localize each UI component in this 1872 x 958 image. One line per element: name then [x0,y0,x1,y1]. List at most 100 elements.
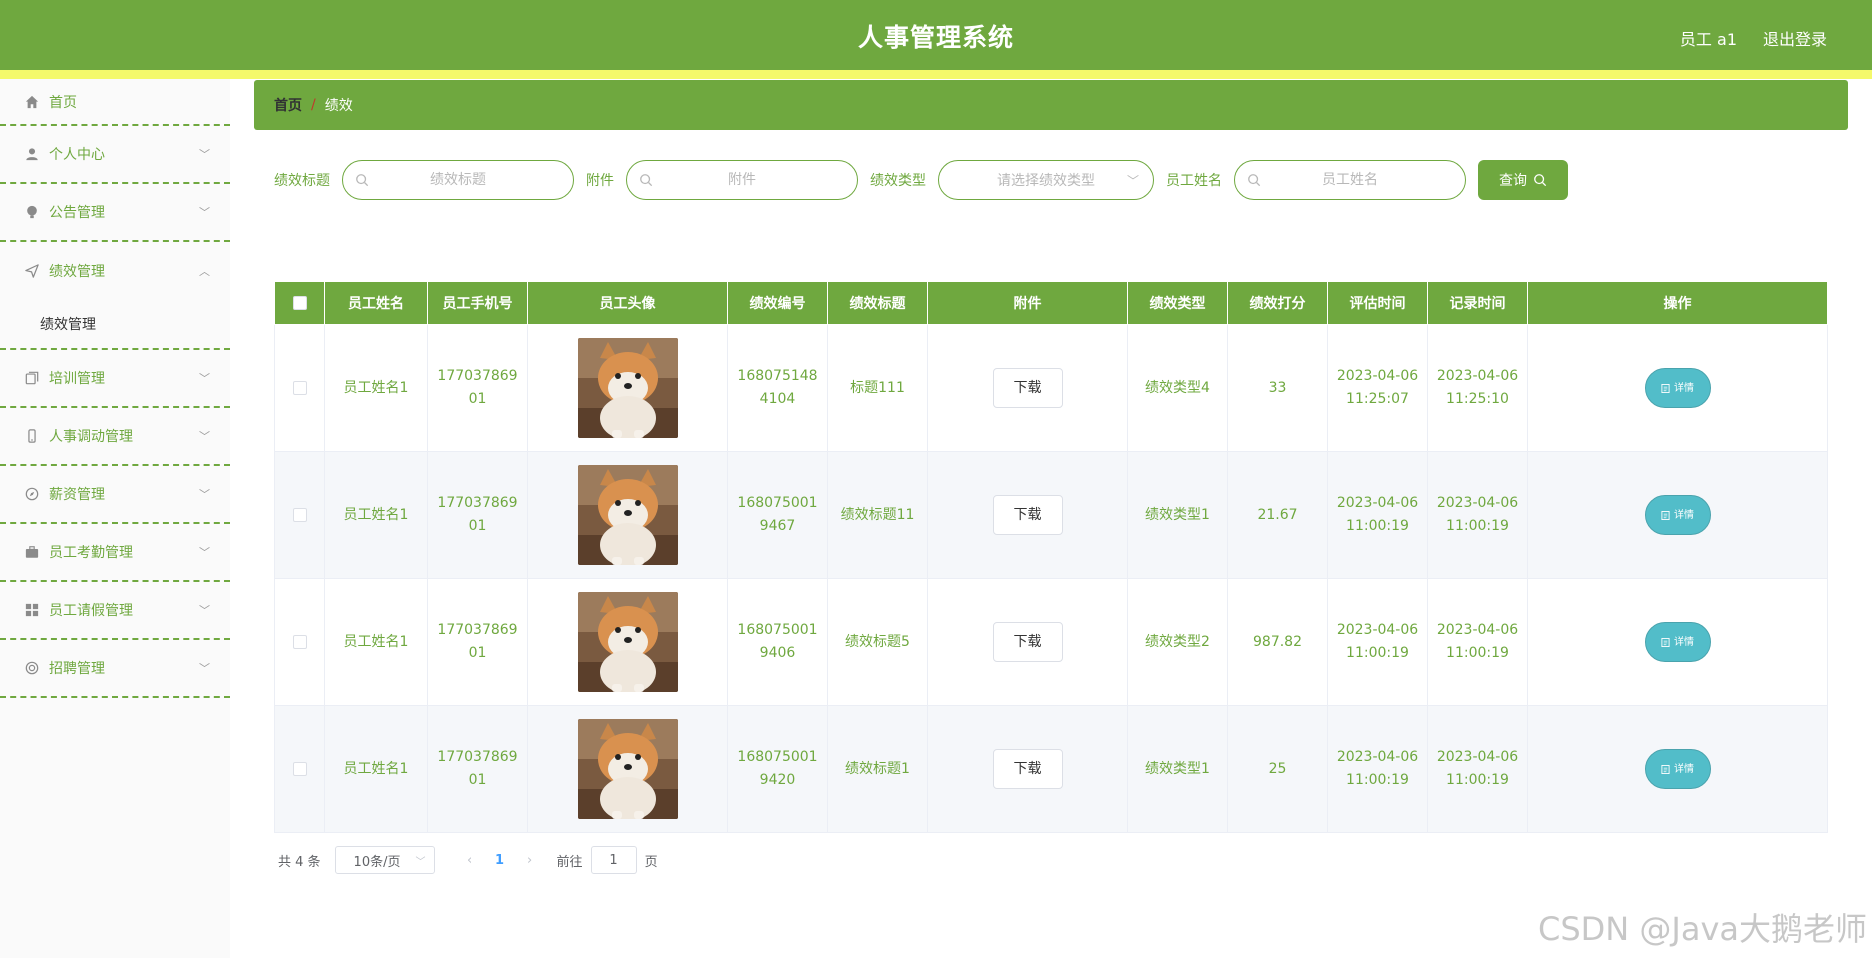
name-filter-label: 员工姓名 [1166,173,1222,189]
sidebar-item-leave[interactable]: 员工请假管理 ﹀ [0,582,230,640]
detail-button[interactable]: 详情 [1644,622,1711,662]
evaluation-time: 2023-04-06 11:00:19 [1327,578,1428,706]
download-button[interactable]: 下载 [992,749,1063,789]
sidebar-item-label: 人事调动管理 [49,429,133,445]
document-icon [1661,637,1670,647]
sidebar-item-home[interactable]: 首页 [0,79,230,126]
attachment-cell: 下载 [927,705,1128,833]
sidebar-item-label: 首页 [49,94,77,111]
goto-label: 前往 [556,854,583,870]
table-row: 员工姓名1 177037869 01 168075001 9467 绩效标题11 下… [274,451,1828,579]
row-select-cell [274,705,325,833]
performance-title: 绩效标题1 [827,705,928,833]
sidebar-item-personal-center[interactable]: 个人中心 ﹀ [0,126,230,184]
sidebar-item-training[interactable]: 培训管理 ﹀ [0,350,230,408]
attach-filter-input[interactable] [627,161,857,199]
row-checkbox[interactable] [292,634,307,649]
sidebar-item-label: 薪资管理 [49,487,105,503]
performance-score: 21.67 [1227,451,1328,579]
employee-phone: 177037869 01 [427,451,528,579]
column-header: 评估时间 [1327,281,1428,325]
column-header: 记录时间 [1427,281,1528,325]
name-filter [1234,160,1466,200]
home-icon [24,94,40,110]
watermark: CSDN @Java大鹅老师 [1537,910,1867,948]
grid-icon [24,602,40,618]
employee-name: 员工姓名1 [324,578,428,706]
download-button[interactable]: 下载 [992,495,1063,535]
total-count: 共 4 条 [278,854,321,870]
app-title: 人事管理系统 [857,23,1014,52]
record-time: 2023-04-06 11:00:19 [1427,705,1528,833]
attachment-cell: 下载 [927,324,1128,452]
sidebar-item-performance[interactable]: 绩效管理 ︿ [0,242,230,300]
sidebar-item-label: 绩效管理 [49,264,105,280]
chevron-down-icon: ﹀ [415,857,426,868]
column-header: 员工头像 [527,281,728,325]
row-select-cell [274,451,325,579]
detail-button[interactable]: 详情 [1644,495,1711,535]
record-time: 2023-04-06 11:00:19 [1427,578,1528,706]
compass-icon [24,486,40,502]
attachment-cell: 下载 [927,578,1128,706]
prev-page-button[interactable]: ‹ [455,853,485,868]
search-icon [356,174,369,187]
user-icon [24,146,40,162]
title-filter-input[interactable] [343,161,573,199]
submenu-item-performance-manage[interactable]: 绩效管理 [0,300,230,350]
column-header: 绩效打分 [1227,281,1328,325]
header-stripe [0,70,1872,79]
name-filter-input[interactable] [1235,161,1465,199]
page-size-value: 10条/页 [353,854,401,870]
employee-phone: 177037869 01 [427,705,528,833]
row-checkbox[interactable] [292,507,307,522]
document-icon [1661,764,1670,774]
current-user: 员工 a1 [1679,30,1737,49]
phone-icon [24,428,40,444]
detail-button[interactable]: 详情 [1644,749,1711,789]
goto-suffix: 页 [644,854,658,870]
performance-code: 168075001 9420 [727,705,828,833]
detail-button[interactable]: 详情 [1644,368,1711,408]
breadcrumb-home[interactable]: 首页 [274,95,302,115]
page-size-select[interactable]: 10条/页 ﹀ [334,846,435,874]
chevron-up-icon: ︿ [199,265,210,278]
sidebar-item-attendance[interactable]: 员工考勤管理 ﹀ [0,524,230,582]
chevron-down-icon: ﹀ [199,430,210,443]
chevron-down-icon: ﹀ [199,372,210,385]
type-filter-select[interactable]: 请选择绩效类型 ﹀ [938,160,1154,200]
sidebar-item-transfer[interactable]: 人事调动管理 ﹀ [0,408,230,466]
sidebar-item-recruitment[interactable]: 招聘管理 ﹀ [0,640,230,698]
page-number[interactable]: 1 [485,853,515,868]
sidebar-item-announcements[interactable]: 公告管理 ﹀ [0,184,230,242]
title-filter [342,160,574,200]
select-all-cell [274,281,325,325]
next-page-button[interactable]: › [515,853,545,868]
search-bar: 绩效标题 附件 绩效类型 请选择绩效类型 ﹀ 员工姓名 查询 [274,160,1568,200]
download-button[interactable]: 下载 [992,622,1063,662]
search-icon [1248,174,1261,187]
performance-code: 168075001 9467 [727,451,828,579]
row-checkbox[interactable] [292,380,307,395]
column-header: 绩效类型 [1127,281,1228,325]
performance-type: 绩效类型1 [1127,705,1228,833]
download-button[interactable]: 下载 [992,368,1063,408]
sidebar-item-label: 员工考勤管理 [49,545,133,561]
chevron-down-icon: ﹀ [199,546,210,559]
bulb-icon [24,204,40,220]
column-header: 员工手机号 [427,281,528,325]
query-button[interactable]: 查询 [1478,160,1568,200]
select-all-checkbox[interactable] [292,296,307,310]
type-filter-label: 绩效类型 [870,173,926,189]
logout-link[interactable]: 退出登录 [1763,26,1827,50]
performance-code: 168075148 4104 [727,324,828,452]
search-icon [640,174,653,187]
briefcase-icon [24,544,40,560]
performance-score: 33 [1227,324,1328,452]
goto-page-input[interactable] [590,846,637,874]
row-checkbox[interactable] [292,761,307,776]
row-select-cell [274,324,325,452]
sidebar-item-salary[interactable]: 薪资管理 ﹀ [0,466,230,524]
employee-phone: 177037869 01 [427,578,528,706]
column-header: 绩效标题 [827,281,928,325]
